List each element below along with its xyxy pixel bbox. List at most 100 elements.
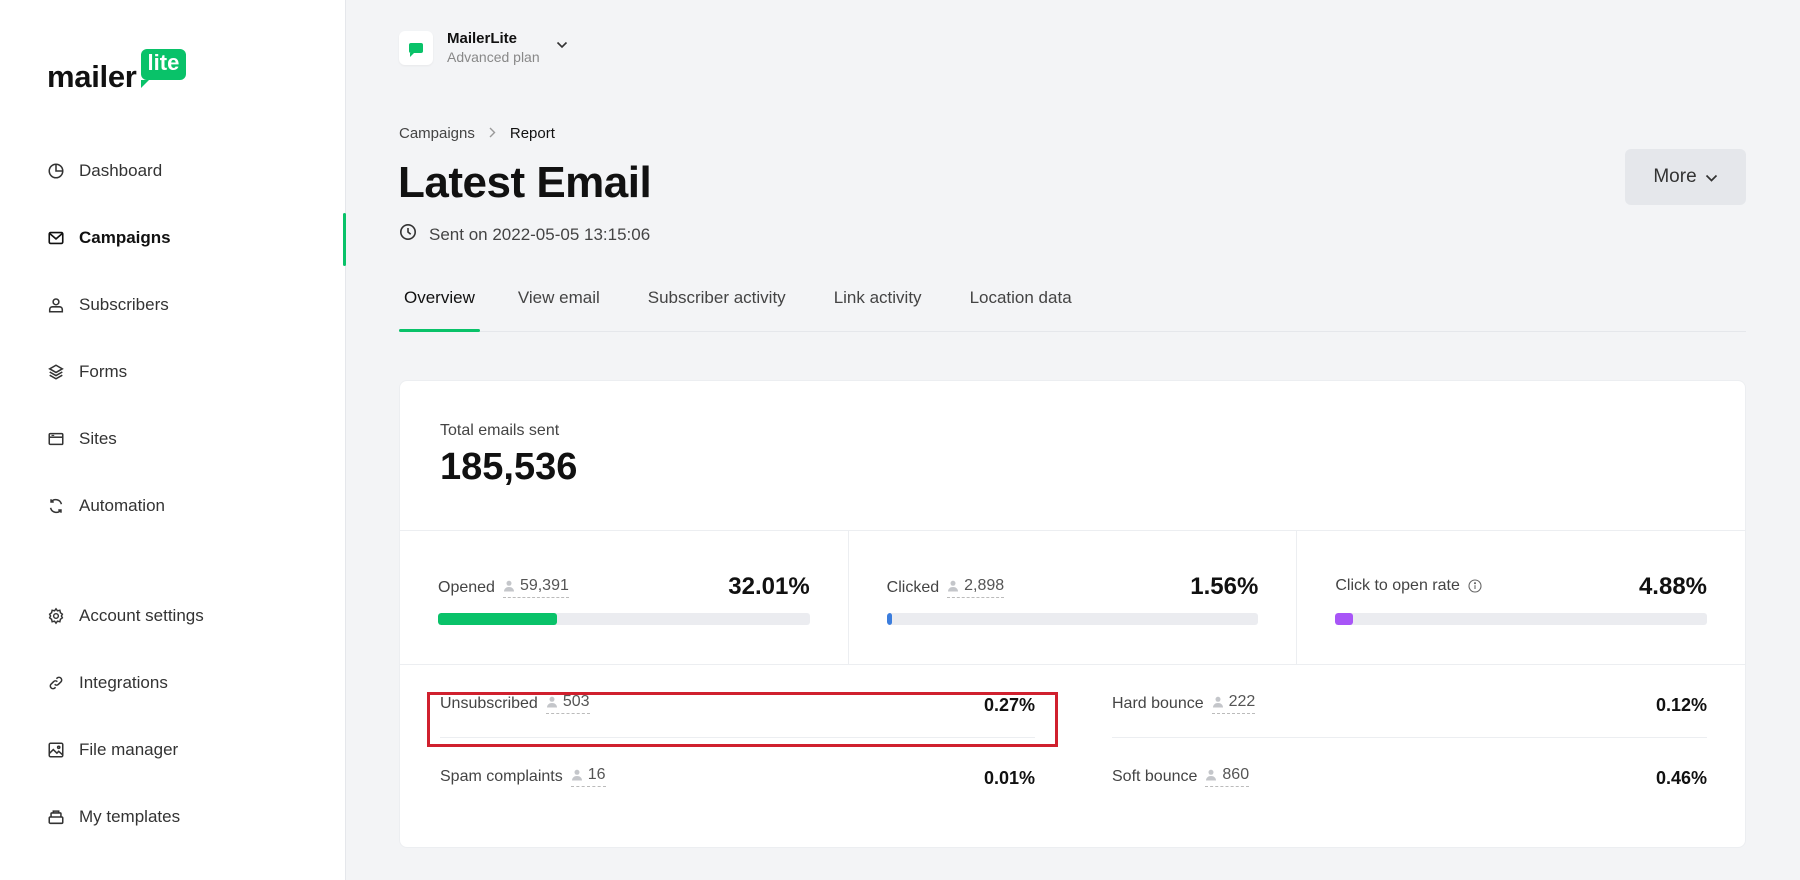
image-icon: [47, 741, 65, 759]
sidebar-item-label: File manager: [79, 740, 179, 759]
person-icon: [1212, 696, 1223, 708]
progress-fill: [438, 613, 557, 625]
tab-location-data[interactable]: Location data: [970, 286, 1072, 331]
minor-stat-label: Spam complaints: [440, 767, 563, 785]
breadcrumb-campaigns[interactable]: Campaigns: [399, 125, 475, 142]
progress-track: [886, 613, 1259, 625]
browser-icon: [47, 430, 65, 448]
report-tabs: Overview View email Subscriber activity …: [399, 286, 1746, 332]
person-icon: [1206, 769, 1217, 781]
stat-click-to-open-rate: Click to open rate 4.88%: [1297, 531, 1745, 664]
clicked-count-link[interactable]: 2,898: [947, 577, 1005, 598]
minor-stat-label: Hard bounce: [1112, 694, 1204, 712]
minor-stat-spam-complaints: Spam complaints 16 0.01%: [440, 738, 1035, 811]
soft-bounce-count-link[interactable]: 860: [1205, 766, 1250, 787]
sidebar-item-label: Account settings: [79, 606, 204, 625]
sidebar-item-my-templates[interactable]: My templates: [47, 807, 180, 827]
sidebar-item-forms[interactable]: Forms: [47, 362, 127, 382]
minor-stat-count: 860: [1222, 766, 1250, 783]
chat-bubble-icon: [409, 43, 423, 57]
sidebar-item-label: My templates: [79, 807, 181, 826]
info-icon[interactable]: [1468, 579, 1482, 593]
minor-stat-percent: 0.12%: [1655, 695, 1707, 715]
minor-stat-count: 503: [562, 693, 590, 710]
opened-count-link[interactable]: 59,391: [502, 577, 569, 598]
logo-badge: lite: [140, 49, 187, 88]
chevron-down-icon: [1705, 166, 1718, 188]
sidebar-item-file-manager[interactable]: File manager: [47, 740, 178, 760]
progress-track: [1335, 613, 1708, 625]
total-emails-sent: Total emails sent 185,536: [440, 422, 577, 489]
account-avatar: [399, 31, 433, 65]
stat-clicked: Clicked 2,898 1.56%: [849, 531, 1298, 664]
stats-row: Opened 59,391 32.01% Clicked 2,898 1.56%…: [400, 530, 1745, 665]
progress-fill: [1335, 613, 1354, 625]
app: mailer lite Dashboard Campaigns Subscrib…: [0, 0, 1800, 880]
user-icon: [47, 296, 65, 314]
sidebar-item-label: Dashboard: [79, 161, 163, 180]
stat-label: Clicked: [886, 578, 940, 596]
sidebar-item-dashboard[interactable]: Dashboard: [47, 161, 162, 181]
chevron-right-icon: [489, 125, 496, 142]
person-icon: [948, 580, 959, 592]
page-title: Latest Email: [398, 158, 652, 207]
tab-subscriber-activity[interactable]: Subscriber activity: [648, 286, 786, 331]
tab-overview[interactable]: Overview: [399, 286, 480, 332]
minor-stat-percent: 0.01%: [983, 768, 1035, 788]
mailerlite-logo[interactable]: mailer lite: [47, 49, 187, 95]
sidebar-item-subscribers[interactable]: Subscribers: [47, 295, 169, 315]
layers-icon: [47, 363, 65, 381]
sidebar-item-label: Campaigns: [79, 228, 171, 247]
minor-stat-hard-bounce: Hard bounce 222 0.12%: [1112, 665, 1707, 738]
stat-label: Opened: [438, 578, 495, 596]
minor-stat-count: 16: [587, 766, 606, 783]
progress-track: [438, 613, 810, 625]
stat-count-value: 59,391: [519, 577, 569, 594]
account-switcher[interactable]: MailerLite Advanced plan: [399, 30, 568, 66]
sidebar-item-campaigns[interactable]: Campaigns: [47, 228, 171, 248]
stat-opened: Opened 59,391 32.01%: [400, 531, 849, 664]
stat-percent: 4.88%: [1638, 573, 1708, 600]
logo-text: mailer: [47, 59, 137, 94]
sidebar-item-label: Automation: [79, 496, 165, 515]
tab-link-activity[interactable]: Link activity: [834, 286, 922, 331]
account-plan: Advanced plan: [447, 49, 540, 65]
total-emails-label: Total emails sent: [440, 422, 560, 439]
total-emails-value: 185,536: [440, 446, 578, 488]
pie-chart-icon: [47, 162, 65, 180]
sent-timestamp: Sent on 2022-05-05 13:15:06: [399, 223, 650, 246]
more-button[interactable]: More: [1625, 149, 1746, 205]
minor-stat-unsubscribed: Unsubscribed 503 0.27%: [440, 665, 1035, 738]
stat-percent: 32.01%: [728, 573, 810, 600]
account-name: MailerLite: [447, 30, 518, 47]
minor-stat-count: 222: [1228, 693, 1256, 710]
minor-stat-percent: 0.46%: [1655, 768, 1707, 788]
spam-count-link[interactable]: 16: [570, 766, 606, 787]
main-content: MailerLite Advanced plan Campaigns Repor…: [346, 0, 1800, 880]
link-icon: [47, 674, 65, 692]
sidebar-item-account-settings[interactable]: Account settings: [47, 606, 204, 626]
more-button-label: More: [1653, 166, 1697, 187]
sidebar: mailer lite Dashboard Campaigns Subscrib…: [0, 0, 346, 880]
sent-on-text: Sent on 2022-05-05 13:15:06: [429, 224, 651, 244]
sidebar-item-sites[interactable]: Sites: [47, 429, 117, 449]
unsubscribed-count-link[interactable]: 503: [545, 693, 590, 714]
person-icon: [546, 696, 557, 708]
report-card: Total emails sent 185,536 Opened 59,391 …: [399, 380, 1746, 848]
minor-stat-label: Soft bounce: [1112, 767, 1198, 785]
sidebar-item-automation[interactable]: Automation: [47, 496, 165, 516]
minor-stat-percent: 0.27%: [983, 695, 1035, 715]
sidebar-item-integrations[interactable]: Integrations: [47, 673, 168, 693]
sidebar-item-label: Sites: [79, 429, 117, 448]
sidebar-item-label: Forms: [79, 362, 128, 381]
chevron-down-icon[interactable]: [556, 36, 568, 54]
breadcrumb-report: Report: [509, 125, 555, 142]
hard-bounce-count-link[interactable]: 222: [1211, 693, 1256, 714]
minor-stat-label: Unsubscribed: [440, 694, 538, 712]
stack-icon: [47, 808, 65, 826]
breadcrumb: Campaigns Report: [399, 125, 555, 142]
progress-fill: [886, 613, 893, 625]
tab-view-email[interactable]: View email: [518, 286, 600, 331]
clock-icon: [399, 223, 417, 246]
minor-stats: Unsubscribed 503 0.27% Spam complaints 1…: [400, 665, 1745, 849]
